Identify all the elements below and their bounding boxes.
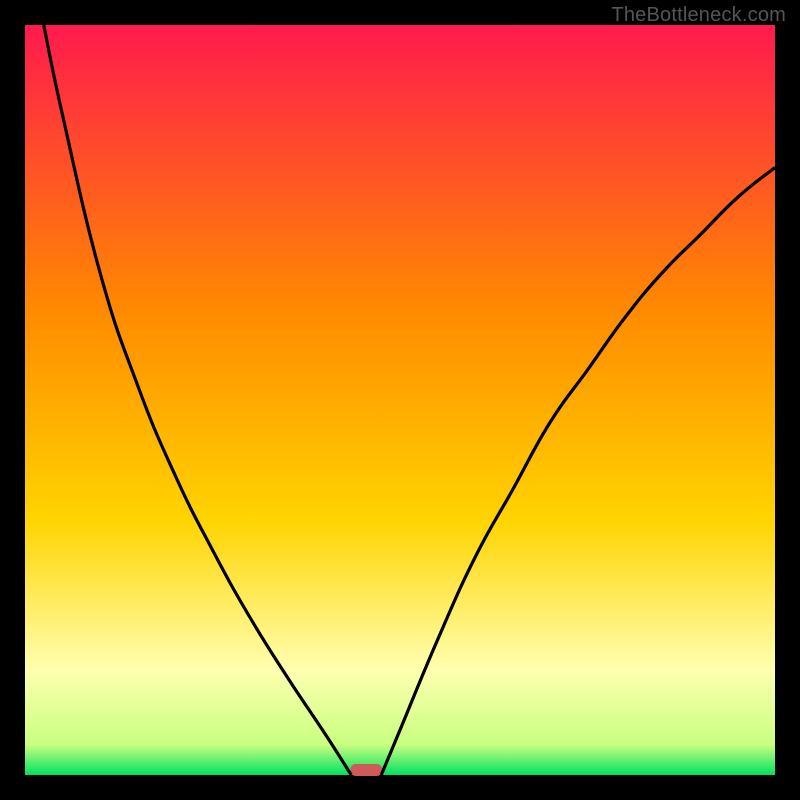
flat-zone-marker bbox=[351, 764, 383, 776]
bottleneck-chart bbox=[0, 0, 800, 800]
watermark-text: TheBottleneck.com bbox=[611, 4, 786, 27]
plot-area bbox=[25, 25, 775, 775]
